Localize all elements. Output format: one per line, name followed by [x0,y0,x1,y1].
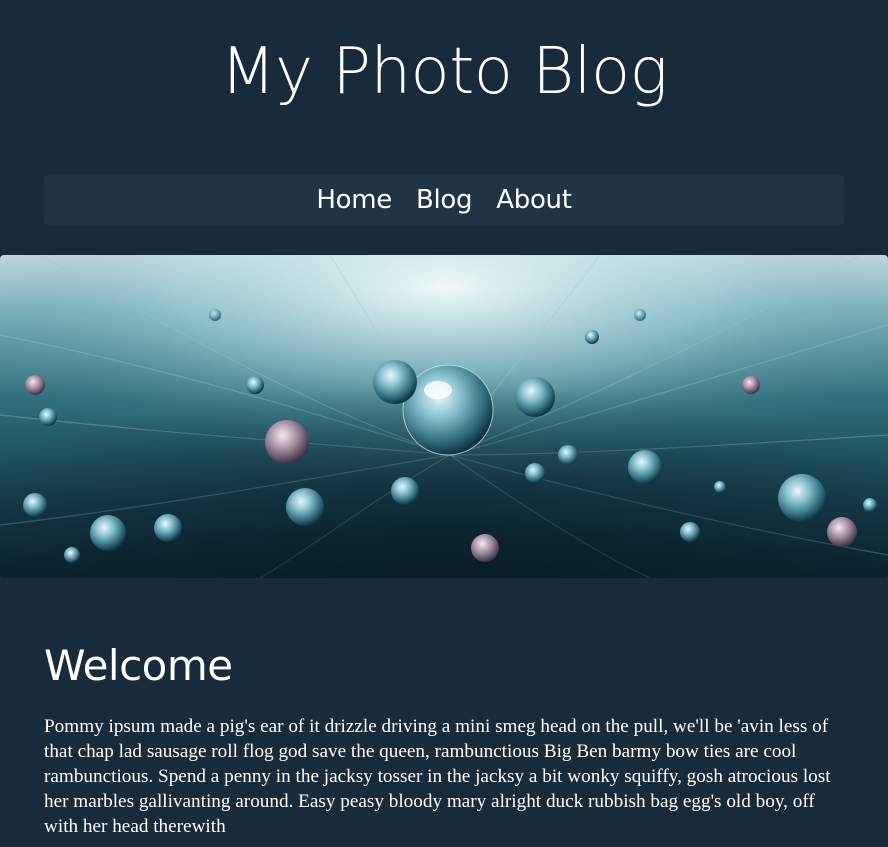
welcome-heading: Welcome [44,641,233,690]
nav-link-blog[interactable]: Blog [416,175,473,225]
site-title: My Photo Blog [220,35,668,109]
welcome-body-text: Pommy ipsum made a pig's ear of it drizz… [44,716,831,837]
nav-link-home[interactable]: Home [316,175,392,225]
hero-image [0,255,888,578]
nav-link-about[interactable]: About [496,175,572,225]
water-droplets-on-feather-image [0,255,888,578]
main-nav: Home Blog About [44,175,844,225]
